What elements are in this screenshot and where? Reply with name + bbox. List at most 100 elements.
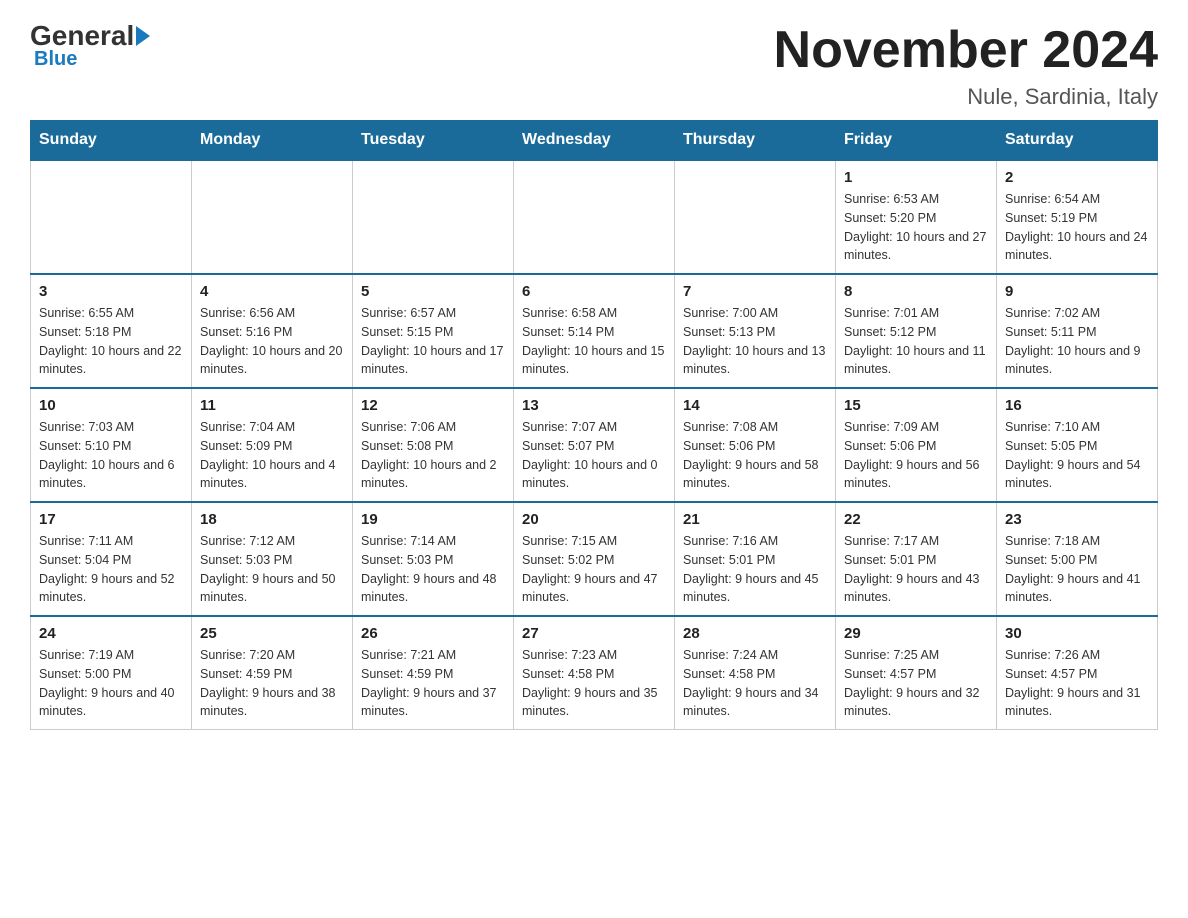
day-info: Sunrise: 6:55 AMSunset: 5:18 PMDaylight:… xyxy=(39,304,183,379)
day-number: 10 xyxy=(39,397,183,414)
logo-arrow-icon xyxy=(136,26,150,46)
day-info: Sunrise: 7:21 AMSunset: 4:59 PMDaylight:… xyxy=(361,646,505,721)
calendar-day-10: 10 Sunrise: 7:03 AMSunset: 5:10 PMDayligh… xyxy=(31,388,192,502)
calendar-day-11: 11Sunrise: 7:04 AMSunset: 5:09 PMDayligh… xyxy=(192,388,353,502)
day-number: 5 xyxy=(361,283,505,300)
day-info: Sunrise: 7:15 AMSunset: 5:02 PMDaylight:… xyxy=(522,532,666,607)
calendar-day-1: 1 Sunrise: 6:53 AMSunset: 5:20 PMDaylight… xyxy=(836,160,997,274)
calendar-week-5: 24Sunrise: 7:19 AMSunset: 5:00 PMDayligh… xyxy=(31,616,1158,730)
calendar-day-5: 5 Sunrise: 6:57 AMSunset: 5:15 PMDaylight… xyxy=(353,274,514,388)
calendar-day-empty-2 xyxy=(353,160,514,274)
day-number: 30 xyxy=(1005,625,1149,642)
calendar-header-friday: Friday xyxy=(836,121,997,161)
day-number: 7 xyxy=(683,283,827,300)
calendar-day-21: 21 Sunrise: 7:16 AMSunset: 5:01 PMDayligh… xyxy=(675,502,836,616)
day-info: Sunrise: 7:01 AMSunset: 5:12 PMDaylight:… xyxy=(844,304,988,379)
day-number: 22 xyxy=(844,511,988,528)
day-info: Sunrise: 7:02 AMSunset: 5:11 PMDaylight:… xyxy=(1005,304,1149,379)
day-number: 14 xyxy=(683,397,827,414)
logo-blue: Blue xyxy=(34,48,77,71)
day-info: Sunrise: 7:11 AMSunset: 5:04 PMDaylight:… xyxy=(39,532,183,607)
calendar-header-saturday: Saturday xyxy=(997,121,1158,161)
day-number: 2 xyxy=(1005,169,1149,186)
day-number: 6 xyxy=(522,283,666,300)
day-number: 11 xyxy=(200,397,344,414)
calendar-week-2: 3 Sunrise: 6:55 AMSunset: 5:18 PMDaylight… xyxy=(31,274,1158,388)
day-number: 9 xyxy=(1005,283,1149,300)
day-info: Sunrise: 7:20 AMSunset: 4:59 PMDaylight:… xyxy=(200,646,344,721)
day-number: 24 xyxy=(39,625,183,642)
title-section: November 2024 Nule, Sardinia, Italy xyxy=(774,20,1158,110)
calendar-day-9: 9 Sunrise: 7:02 AMSunset: 5:11 PMDaylight… xyxy=(997,274,1158,388)
calendar-header-thursday: Thursday xyxy=(675,121,836,161)
calendar-header-monday: Monday xyxy=(192,121,353,161)
calendar-day-20: 20 Sunrise: 7:15 AMSunset: 5:02 PMDayligh… xyxy=(514,502,675,616)
day-number: 4 xyxy=(200,283,344,300)
calendar-day-3: 3 Sunrise: 6:55 AMSunset: 5:18 PMDaylight… xyxy=(31,274,192,388)
calendar-day-22: 22 Sunrise: 7:17 AMSunset: 5:01 PMDayligh… xyxy=(836,502,997,616)
day-number: 25 xyxy=(200,625,344,642)
day-number: 23 xyxy=(1005,511,1149,528)
calendar-day-13: 13 Sunrise: 7:07 AMSunset: 5:07 PMDayligh… xyxy=(514,388,675,502)
calendar-day-14: 14 Sunrise: 7:08 AMSunset: 5:06 PMDayligh… xyxy=(675,388,836,502)
calendar-header-wednesday: Wednesday xyxy=(514,121,675,161)
calendar-day-27: 27Sunrise: 7:23 AMSunset: 4:58 PMDayligh… xyxy=(514,616,675,730)
day-info: Sunrise: 6:53 AMSunset: 5:20 PMDaylight:… xyxy=(844,190,988,265)
day-number: 26 xyxy=(361,625,505,642)
day-info: Sunrise: 7:10 AMSunset: 5:05 PMDaylight:… xyxy=(1005,418,1149,493)
calendar-day-23: 23Sunrise: 7:18 AMSunset: 5:00 PMDayligh… xyxy=(997,502,1158,616)
logo: General Blue xyxy=(30,20,150,71)
day-number: 29 xyxy=(844,625,988,642)
calendar-day-12: 12 Sunrise: 7:06 AMSunset: 5:08 PMDayligh… xyxy=(353,388,514,502)
day-number: 12 xyxy=(361,397,505,414)
calendar-day-4: 4 Sunrise: 6:56 AMSunset: 5:16 PMDaylight… xyxy=(192,274,353,388)
day-info: Sunrise: 7:25 AMSunset: 4:57 PMDaylight:… xyxy=(844,646,988,721)
calendar-table: SundayMondayTuesdayWednesdayThursdayFrid… xyxy=(30,120,1158,730)
calendar-day-29: 29 Sunrise: 7:25 AMSunset: 4:57 PMDayligh… xyxy=(836,616,997,730)
day-info: Sunrise: 7:03 AMSunset: 5:10 PMDaylight:… xyxy=(39,418,183,493)
calendar-day-26: 26 Sunrise: 7:21 AMSunset: 4:59 PMDayligh… xyxy=(353,616,514,730)
calendar-day-empty-4 xyxy=(675,160,836,274)
day-info: Sunrise: 7:16 AMSunset: 5:01 PMDaylight:… xyxy=(683,532,827,607)
day-info: Sunrise: 7:23 AMSunset: 4:58 PMDaylight:… xyxy=(522,646,666,721)
calendar-day-25: 25 Sunrise: 7:20 AMSunset: 4:59 PMDayligh… xyxy=(192,616,353,730)
calendar-day-8: 8 Sunrise: 7:01 AMSunset: 5:12 PMDaylight… xyxy=(836,274,997,388)
calendar-day-16: 16 Sunrise: 7:10 AMSunset: 5:05 PMDayligh… xyxy=(997,388,1158,502)
day-info: Sunrise: 7:17 AMSunset: 5:01 PMDaylight:… xyxy=(844,532,988,607)
day-number: 28 xyxy=(683,625,827,642)
calendar-day-18: 18Sunrise: 7:12 AMSunset: 5:03 PMDayligh… xyxy=(192,502,353,616)
day-number: 19 xyxy=(361,511,505,528)
month-year-title: November 2024 xyxy=(774,20,1158,80)
day-info: Sunrise: 7:14 AMSunset: 5:03 PMDaylight:… xyxy=(361,532,505,607)
day-number: 3 xyxy=(39,283,183,300)
day-info: Sunrise: 7:07 AMSunset: 5:07 PMDaylight:… xyxy=(522,418,666,493)
day-info: Sunrise: 6:57 AMSunset: 5:15 PMDaylight:… xyxy=(361,304,505,379)
day-number: 1 xyxy=(844,169,988,186)
day-info: Sunrise: 7:24 AMSunset: 4:58 PMDaylight:… xyxy=(683,646,827,721)
day-number: 16 xyxy=(1005,397,1149,414)
calendar-day-15: 15Sunrise: 7:09 AMSunset: 5:06 PMDayligh… xyxy=(836,388,997,502)
day-number: 8 xyxy=(844,283,988,300)
calendar-day-24: 24Sunrise: 7:19 AMSunset: 5:00 PMDayligh… xyxy=(31,616,192,730)
calendar-day-empty-0 xyxy=(31,160,192,274)
day-number: 21 xyxy=(683,511,827,528)
calendar-header-tuesday: Tuesday xyxy=(353,121,514,161)
day-number: 18 xyxy=(200,511,344,528)
day-info: Sunrise: 7:00 AMSunset: 5:13 PMDaylight:… xyxy=(683,304,827,379)
day-info: Sunrise: 7:08 AMSunset: 5:06 PMDaylight:… xyxy=(683,418,827,493)
calendar-week-3: 10 Sunrise: 7:03 AMSunset: 5:10 PMDayligh… xyxy=(31,388,1158,502)
calendar-day-empty-1 xyxy=(192,160,353,274)
location-subtitle: Nule, Sardinia, Italy xyxy=(774,84,1158,110)
calendar-day-2: 2 Sunrise: 6:54 AMSunset: 5:19 PMDaylight… xyxy=(997,160,1158,274)
page-header: General Blue November 2024 Nule, Sardini… xyxy=(30,20,1158,110)
day-info: Sunrise: 6:54 AMSunset: 5:19 PMDaylight:… xyxy=(1005,190,1149,265)
calendar-day-30: 30Sunrise: 7:26 AMSunset: 4:57 PMDayligh… xyxy=(997,616,1158,730)
day-info: Sunrise: 6:56 AMSunset: 5:16 PMDaylight:… xyxy=(200,304,344,379)
day-number: 13 xyxy=(522,397,666,414)
day-info: Sunrise: 6:58 AMSunset: 5:14 PMDaylight:… xyxy=(522,304,666,379)
day-number: 20 xyxy=(522,511,666,528)
day-number: 15 xyxy=(844,397,988,414)
calendar-week-4: 17Sunrise: 7:11 AMSunset: 5:04 PMDayligh… xyxy=(31,502,1158,616)
day-info: Sunrise: 7:06 AMSunset: 5:08 PMDaylight:… xyxy=(361,418,505,493)
calendar-day-6: 6 Sunrise: 6:58 AMSunset: 5:14 PMDaylight… xyxy=(514,274,675,388)
